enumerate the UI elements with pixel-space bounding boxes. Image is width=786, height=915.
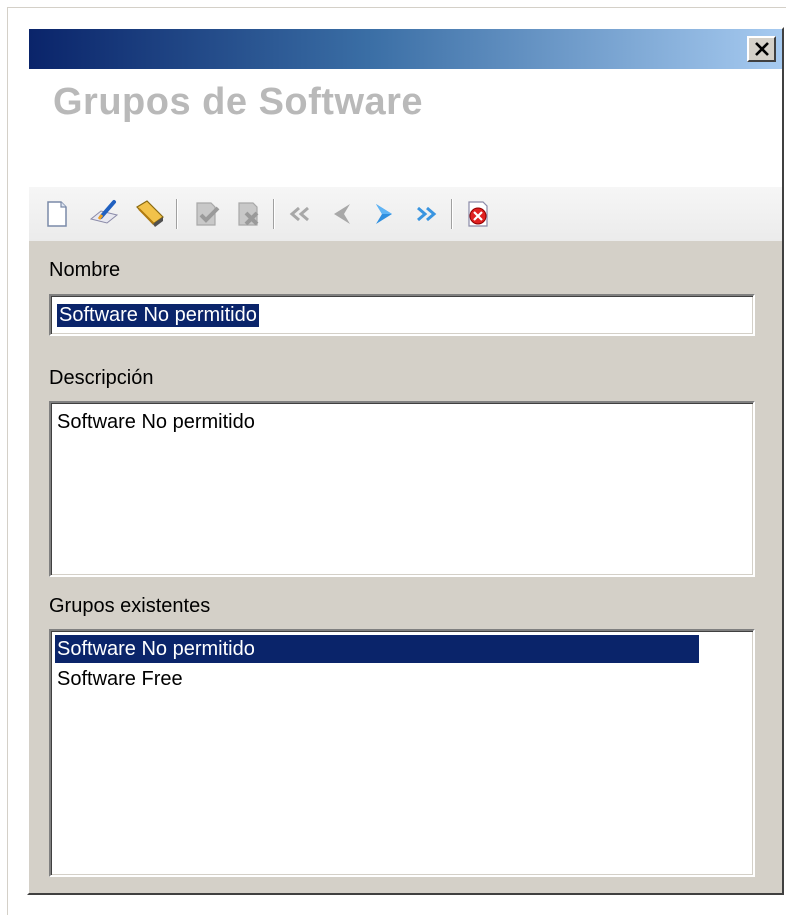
edit-button[interactable]	[87, 197, 121, 231]
close-button[interactable]	[747, 36, 776, 62]
list-item[interactable]: Software No permitido	[55, 635, 699, 663]
delete-icon	[136, 200, 164, 227]
accept-button[interactable]	[189, 197, 223, 231]
last-record-button[interactable]	[409, 197, 443, 231]
frame-left-line	[7, 7, 8, 915]
toolbar	[29, 187, 782, 241]
list-item[interactable]: Software Free	[55, 665, 699, 693]
toolbar-separator	[273, 199, 275, 229]
description-textarea[interactable]: Software No permitido	[49, 401, 755, 577]
first-record-button[interactable]	[283, 197, 317, 231]
name-label: Nombre	[49, 259, 121, 281]
new-button[interactable]	[39, 197, 73, 231]
delete-button[interactable]	[133, 197, 167, 231]
description-value: Software No permitido	[57, 411, 255, 433]
exit-button[interactable]	[461, 197, 495, 231]
last-record-icon	[417, 206, 437, 222]
toolbar-separator	[176, 199, 178, 229]
title-bar[interactable]	[29, 29, 782, 69]
exit-icon	[468, 201, 488, 227]
name-input[interactable]: Software No permitido	[49, 294, 755, 336]
page-title: Grupos de Software	[53, 81, 424, 123]
header-panel: Grupos de Software	[29, 69, 782, 187]
cancel-button[interactable]	[231, 197, 265, 231]
edit-icon	[89, 200, 119, 224]
new-icon	[47, 201, 67, 227]
toolbar-separator	[451, 199, 453, 229]
previous-record-icon	[334, 204, 350, 224]
cancel-icon	[238, 202, 259, 226]
name-input-value: Software No permitido	[57, 304, 259, 327]
groups-listbox[interactable]: Software No permitido Software Free	[49, 629, 755, 877]
groups-label: Grupos existentes	[49, 595, 211, 617]
next-record-button[interactable]	[367, 197, 401, 231]
accept-icon	[196, 202, 220, 226]
dialog-window: Grupos de Software Nombre Software No pe…	[27, 27, 784, 895]
first-record-icon	[289, 206, 309, 222]
previous-record-button[interactable]	[325, 197, 359, 231]
description-label: Descripción	[49, 367, 154, 389]
frame-top-line	[7, 7, 786, 8]
next-record-icon	[376, 204, 392, 224]
close-icon	[755, 42, 769, 56]
